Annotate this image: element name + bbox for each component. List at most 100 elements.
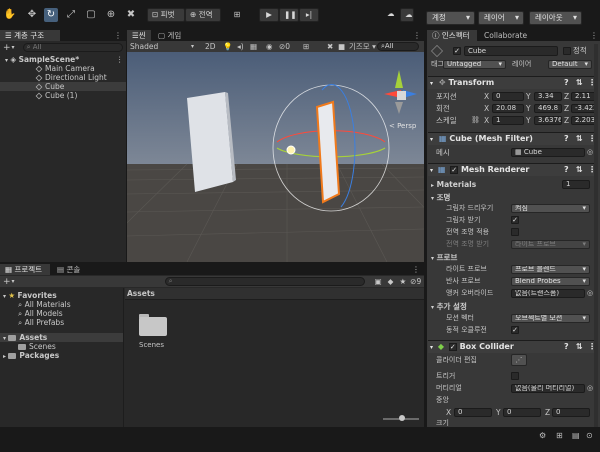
edit-collider-button[interactable]: ⋰ [511, 354, 527, 366]
perspective-label[interactable]: < Persp [389, 122, 417, 130]
custom-tool-icon[interactable]: ✖ [124, 8, 138, 22]
expand-arrow-icon[interactable]: ▾ [430, 344, 433, 351]
visibility-icon[interactable]: ◉ [266, 42, 273, 51]
pause-button[interactable]: ❚❚ [279, 8, 299, 22]
tab-collaborate[interactable]: Collaborate [479, 30, 529, 41]
project-search-input[interactable]: ⌕ [164, 277, 365, 286]
add-icon[interactable]: + [3, 277, 11, 287]
scene-viewport[interactable]: < Persp [127, 52, 424, 262]
center-x-field[interactable]: 0 [454, 408, 492, 417]
expand-arrow-icon[interactable]: ▾ [430, 136, 433, 143]
tree-all-materials[interactable]: ⌕ All Materials [18, 300, 71, 309]
transform-tool-icon[interactable]: ⊕ [104, 8, 118, 22]
expand-arrow-icon[interactable]: ▾ [431, 304, 434, 311]
collab-icon[interactable]: ☁ [383, 8, 397, 22]
object-name-input[interactable]: Cube [464, 46, 558, 56]
scale-tool-icon[interactable]: ⤢ [64, 8, 78, 22]
materials-row[interactable]: ▸ Materials [431, 180, 476, 190]
light-gizmo-icon[interactable] [286, 145, 296, 155]
expand-arrow-icon[interactable]: ▸ [3, 353, 6, 360]
tab-inspector[interactable]: ⓘ 인스펙터 [427, 30, 477, 41]
panel-menu-icon[interactable]: ⋮ [413, 31, 421, 40]
rotation-y-field[interactable]: 469.8 [534, 104, 562, 113]
rotate-tool-icon[interactable]: ↻ [44, 8, 58, 22]
hierarchy-item-main-camera[interactable]: Main Camera [0, 64, 126, 73]
additional-settings-section[interactable]: ▾ 추가 설정 [431, 302, 467, 312]
center-z-field[interactable]: 0 [552, 408, 590, 417]
account-dropdown[interactable]: 계정 [426, 11, 475, 25]
expand-arrow-icon[interactable]: ▾ [3, 293, 6, 300]
preset-icon[interactable]: ⇅ [576, 77, 583, 89]
favorite-star-icon[interactable]: ★ [399, 277, 406, 286]
object-picker-icon[interactable]: ◎ [587, 384, 593, 393]
layer-dropdown[interactable]: Default [548, 60, 592, 69]
contribute-gi-checkbox[interactable] [511, 228, 519, 236]
expand-arrow-icon[interactable]: ▾ [431, 195, 434, 202]
breadcrumb[interactable]: Assets [127, 289, 155, 298]
link-icon[interactable]: ⛓ [471, 116, 480, 125]
chevron-down-icon[interactable]: ▾ [12, 278, 15, 285]
expand-arrow-icon[interactable]: ▾ [5, 57, 8, 64]
grid-snap-icon[interactable]: ⊞ [230, 8, 244, 22]
tree-scenes[interactable]: Scenes [18, 342, 56, 351]
receive-shadows-checkbox[interactable]: ✓ [511, 216, 519, 224]
hidden-objects-icon[interactable]: ⊘0 [279, 42, 290, 51]
tools-icon[interactable]: ✖ [327, 42, 333, 51]
tree-all-prefabs[interactable]: ⌕ All Prefabs [18, 318, 64, 327]
hierarchy-search-input[interactable]: ⌕ All [22, 43, 123, 52]
pivot-toggle[interactable]: ⊡ 피벗 [147, 8, 185, 22]
motion-vectors-dropdown[interactable]: 오브젝트별 모션 [511, 314, 590, 323]
2d-toggle[interactable]: 2D [205, 42, 216, 51]
add-icon[interactable]: + [3, 43, 11, 53]
box-collider-header[interactable]: ▾ ◆ ✓ Box Collider ? ⇅ ⋮ [428, 340, 598, 353]
help-icon[interactable]: ? [564, 341, 569, 353]
hidden-packages-icon[interactable]: ⊘9 [410, 277, 421, 286]
tree-assets[interactable]: ▾ Assets [0, 333, 123, 342]
hierarchy-item-cube[interactable]: Cube [0, 82, 126, 91]
scene-search-input[interactable]: ⌕All [377, 42, 419, 51]
position-y-field[interactable]: 3.34 [534, 92, 562, 101]
preset-icon[interactable]: ⇅ [576, 164, 583, 176]
mesh-field[interactable]: ▦ Cube [511, 148, 585, 157]
chevron-down-icon[interactable]: ▾ [12, 44, 15, 51]
bug-icon[interactable]: ⚙ [539, 431, 546, 440]
tab-hierarchy[interactable]: ☰ 계층 구조 [0, 30, 60, 41]
expand-arrow-icon[interactable]: ▸ [431, 182, 434, 189]
expand-arrow-icon[interactable]: ▾ [431, 255, 434, 262]
mesh-filter-header[interactable]: ▾ ▦ Cube (Mesh Filter) ? ⇅ ⋮ [428, 132, 598, 145]
chevron-down-icon[interactable]: ▾ [191, 42, 194, 51]
expand-arrow-icon[interactable]: ▾ [430, 167, 433, 174]
object-picker-icon[interactable]: ◎ [587, 148, 593, 157]
rotation-x-field[interactable]: 20.08 [492, 104, 524, 113]
step-button[interactable]: ▸| [299, 8, 319, 22]
scenes-folder-item[interactable] [137, 314, 167, 336]
zoom-slider-thumb[interactable] [399, 415, 405, 421]
reflection-probes-dropdown[interactable]: Blend Probes [511, 277, 590, 286]
cloud-icon[interactable]: ☁ [400, 8, 414, 22]
scale-y-field[interactable]: 3.6376 [534, 116, 562, 125]
inspector-scrollbar[interactable] [594, 44, 598, 427]
active-checkbox[interactable]: ✓ [453, 47, 461, 55]
trigger-checkbox[interactable] [511, 372, 519, 380]
static-checkbox[interactable] [563, 47, 571, 55]
cache-icon[interactable]: ▤ [572, 431, 580, 440]
collider-material-field[interactable]: 없음(물리 머티리얼) [511, 384, 585, 393]
preset-icon[interactable]: ⇅ [576, 133, 583, 145]
scale-x-field[interactable]: 1 [492, 116, 524, 125]
panel-menu-icon[interactable]: ⋮ [114, 31, 122, 40]
anchor-override-field[interactable]: 없음(트랜스폼) [511, 289, 585, 298]
move-tool-icon[interactable]: ✥ [25, 8, 39, 22]
hierarchy-item-directional-light[interactable]: Directional Light [0, 73, 126, 82]
help-icon[interactable]: ? [564, 133, 569, 145]
shading-mode-dropdown[interactable]: Shaded [130, 42, 158, 51]
global-toggle[interactable]: ⊕ 전역 [185, 8, 221, 22]
tab-project[interactable]: ▦ 프로젝트 [0, 264, 50, 275]
receive-gi-dropdown[interactable]: 라이트 프로브 [511, 240, 590, 249]
lighting-toggle-icon[interactable]: 💡 [223, 42, 232, 51]
center-y-field[interactable]: 0 [503, 408, 541, 417]
gizmos-dropdown[interactable]: 기즈모 ▾ [349, 42, 376, 51]
camera-settings-icon[interactable]: ■ [338, 42, 345, 51]
probes-section[interactable]: ▾ 프로브 [431, 253, 457, 263]
scene-menu-icon[interactable]: ⋮ [116, 55, 124, 64]
box-collider-enabled-checkbox[interactable]: ✓ [448, 342, 457, 351]
